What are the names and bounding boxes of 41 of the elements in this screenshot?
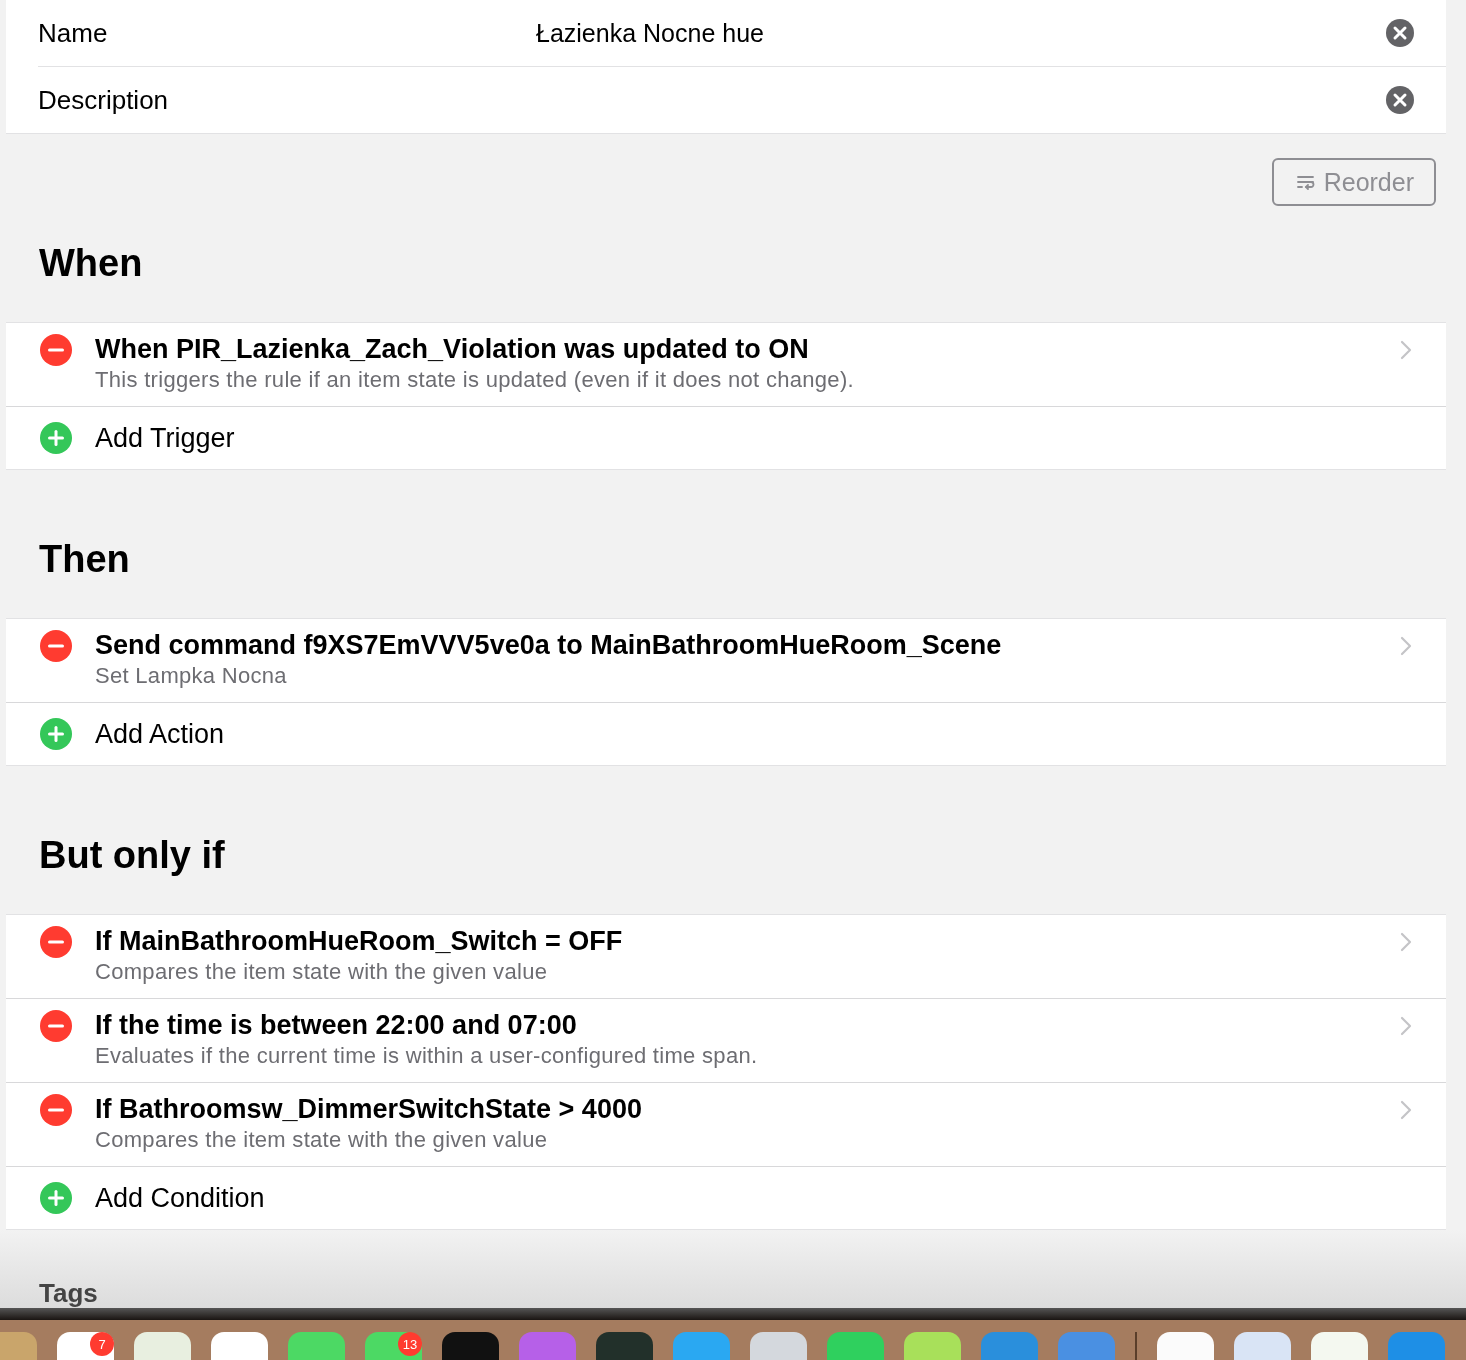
rule-item-title[interactable]: When PIR_Lazienka_Zach_Violation was updated to ON [95,331,1400,366]
app-icon[interactable]: 7 [57,1332,114,1360]
add-link[interactable]: Add Trigger [95,422,235,454]
reorder-icon [1295,174,1316,190]
rule-item-description: Compares the item state with the given value [95,957,549,986]
rule-item-title[interactable]: If the time is between 22:00 and 07:00 [95,1007,1400,1042]
rule-item-title[interactable]: Send command f9XS7EmVVV5ve0a to MainBathroomHueRoom_Scene [95,627,1400,662]
app-icon[interactable]: 13 [365,1332,422,1360]
rule-item-description: Evaluates if the current time is within a user-configured time span. [95,1041,759,1070]
tags-heading: Tags [39,1278,98,1308]
field-label: Name [38,17,109,49]
section-heading: But only if [39,833,226,878]
notification-badge: 13 [398,1332,422,1356]
dock-separator [1135,1332,1137,1360]
remove-icon[interactable] [40,334,72,366]
rule-item-title[interactable]: If MainBathroomHueRoom_Switch = OFF [95,923,1400,958]
rule-item-description: Compares the item state with the given value [95,1125,549,1154]
remove-icon[interactable] [40,630,72,662]
chevron-icon [1400,1016,1412,1036]
chevron-icon [1400,1100,1412,1120]
notification-badge: 7 [90,1332,114,1356]
add-link[interactable]: Add Condition [95,1182,265,1214]
clear-icon[interactable] [1386,19,1414,47]
add-link[interactable]: Add Action [95,718,225,750]
add-icon[interactable] [40,718,72,750]
rule-item-title[interactable]: If Bathroomsw_DimmerSwitchState > 4000 [95,1091,1400,1126]
remove-icon[interactable] [40,926,72,958]
rule-item-description: This triggers the rule if an item state is updated (even if it does not change). [95,365,855,394]
text-field[interactable]: Łazienka Nocne hue [536,18,1386,48]
section-heading: Then [39,537,131,582]
chevron-icon [1400,636,1412,656]
chevron-icon [1400,932,1412,952]
remove-icon[interactable] [40,1010,72,1042]
add-icon[interactable] [40,1182,72,1214]
chevron-icon [1400,340,1412,360]
remove-icon[interactable] [40,1094,72,1126]
section-heading: When [39,241,144,286]
add-icon[interactable] [40,422,72,454]
field-label: Description [38,84,170,116]
clear-icon[interactable] [1386,86,1414,114]
rule-item-description: Set Lampka Nocna [95,661,288,690]
